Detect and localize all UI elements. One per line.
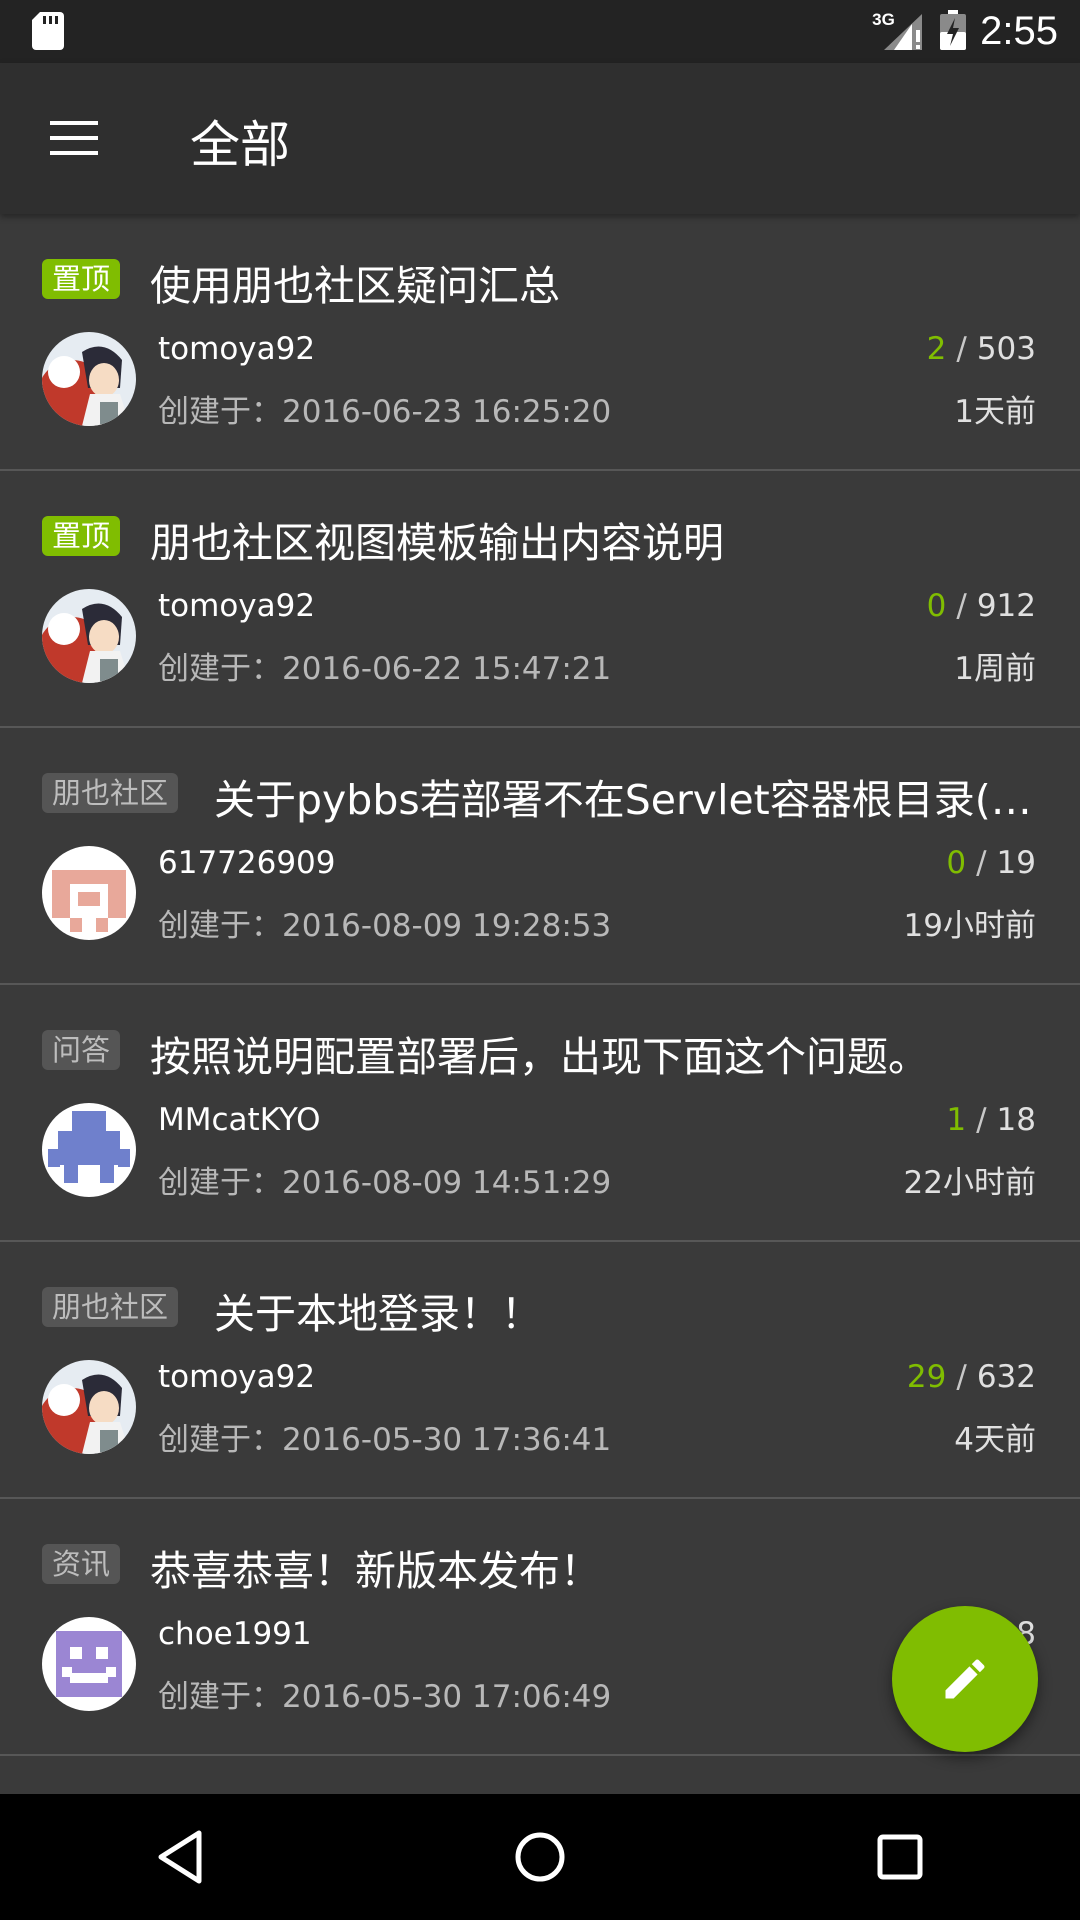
signal-icon: 3G bbox=[872, 10, 926, 52]
topic-item[interactable]: 置顶 朋也社区视图模板输出内容说明 tomoya92 创建于：2016-06-22 1… bbox=[0, 471, 1080, 728]
topic-tag: 朋也社区 bbox=[42, 1287, 179, 1327]
created-time: 创建于：2016-06-23 16:25:20 bbox=[158, 394, 612, 430]
topic-title[interactable]: 恭喜恭喜！新版本发布！ bbox=[150, 1537, 601, 1597]
avatar[interactable] bbox=[42, 332, 136, 426]
created-time: 创建于：2016-05-30 17:06:49 bbox=[158, 1679, 612, 1715]
view-count: 912 bbox=[976, 588, 1036, 624]
avatar[interactable] bbox=[42, 1360, 136, 1454]
author-name: MMcatKYO bbox=[158, 1102, 321, 1138]
topic-list[interactable]: 置顶 使用朋也社区疑问汇总 tomoya92 创建于：2016-06-23 16:25… bbox=[0, 214, 1080, 1756]
view-count: 19 bbox=[996, 845, 1036, 881]
created-time: 创建于：2016-08-09 14:51:29 bbox=[158, 1165, 612, 1201]
pencil-icon bbox=[945, 1659, 985, 1699]
relative-time: 1周前 bbox=[954, 651, 1036, 687]
count-separator: / bbox=[976, 1102, 987, 1138]
view-count: 18 bbox=[996, 1102, 1036, 1138]
topic-item[interactable]: 朋也社区 关于pybbs若部署不在Servlet容器根目录(… 617726909 创… bbox=[0, 728, 1080, 985]
navigation-bar bbox=[0, 1794, 1080, 1920]
count-separator: / bbox=[956, 588, 967, 624]
sd-card-icon bbox=[32, 12, 64, 50]
avatar[interactable] bbox=[42, 1617, 136, 1711]
reply-view-count: 2/503 bbox=[927, 331, 1036, 367]
relative-time: 19小时前 bbox=[903, 908, 1036, 944]
reply-view-count: 0/912 bbox=[927, 588, 1036, 624]
topic-item[interactable]: 置顶 使用朋也社区疑问汇总 tomoya92 创建于：2016-06-23 16:25… bbox=[0, 214, 1080, 471]
reply-view-count: 29/632 bbox=[907, 1359, 1036, 1395]
author-name: tomoya92 bbox=[158, 1359, 316, 1395]
app-bar: 全部 bbox=[0, 63, 1080, 214]
recents-icon[interactable] bbox=[840, 1807, 960, 1907]
reply-view-count: 0/19 bbox=[946, 845, 1036, 881]
status-bar: 3G 2:55 bbox=[0, 0, 1080, 63]
battery-icon bbox=[940, 9, 967, 54]
count-separator: / bbox=[956, 1359, 967, 1395]
relative-time: 1天前 bbox=[954, 394, 1036, 430]
topic-tag: 置顶 bbox=[42, 516, 121, 556]
topic-item[interactable]: 问答 按照说明配置部署后，出现下面这个问题。 MMcatKYO 创建于：2016-08… bbox=[0, 985, 1080, 1242]
topic-tag: 资讯 bbox=[42, 1544, 121, 1584]
count-separator: / bbox=[976, 845, 987, 881]
menu-icon[interactable] bbox=[34, 103, 114, 173]
topic-tag: 朋也社区 bbox=[42, 773, 179, 813]
view-count: 503 bbox=[976, 331, 1036, 367]
author-name: 617726909 bbox=[158, 845, 336, 881]
topic-title[interactable]: 朋也社区视图模板输出内容说明 bbox=[150, 509, 724, 569]
view-count: 632 bbox=[976, 1359, 1036, 1395]
count-separator: / bbox=[956, 331, 967, 367]
topic-item[interactable]: 朋也社区 关于本地登录！！ tomoya92 创建于：2016-05-30 17:36… bbox=[0, 1242, 1080, 1499]
home-icon[interactable] bbox=[480, 1807, 600, 1907]
created-time: 创建于：2016-05-30 17:36:41 bbox=[158, 1422, 612, 1458]
reply-count: 29 bbox=[906, 1359, 947, 1395]
topic-title[interactable]: 关于pybbs若部署不在Servlet容器根目录(… bbox=[214, 766, 1032, 826]
relative-time: 22小时前 bbox=[903, 1165, 1036, 1201]
reply-count: 2 bbox=[926, 331, 947, 367]
author-name: choe1991 bbox=[158, 1616, 312, 1652]
topic-tag: 问答 bbox=[42, 1030, 121, 1070]
new-topic-button[interactable] bbox=[892, 1606, 1038, 1752]
avatar[interactable] bbox=[42, 589, 136, 683]
author-name: tomoya92 bbox=[158, 331, 316, 367]
network-type-label: 3G bbox=[872, 9, 895, 29]
reply-count: 0 bbox=[926, 588, 947, 624]
relative-time: 4天前 bbox=[954, 1422, 1036, 1458]
reply-count: 1 bbox=[946, 1102, 967, 1138]
page-title: 全部 bbox=[190, 116, 290, 174]
reply-count: 0 bbox=[946, 845, 967, 881]
created-time: 创建于：2016-06-22 15:47:21 bbox=[158, 651, 612, 687]
created-time: 创建于：2016-08-09 19:28:53 bbox=[158, 908, 612, 944]
topic-title[interactable]: 使用朋也社区疑问汇总 bbox=[150, 252, 560, 312]
topic-title[interactable]: 按照说明配置部署后，出现下面这个问题。 bbox=[150, 1023, 929, 1083]
clock: 2:55 bbox=[980, 9, 1058, 53]
avatar[interactable] bbox=[42, 1103, 136, 1197]
author-name: tomoya92 bbox=[158, 588, 316, 624]
back-icon[interactable] bbox=[120, 1807, 240, 1907]
reply-view-count: 1/18 bbox=[946, 1102, 1036, 1138]
topic-title[interactable]: 关于本地登录！！ bbox=[214, 1280, 542, 1340]
avatar[interactable] bbox=[42, 846, 136, 940]
topic-tag: 置顶 bbox=[42, 259, 121, 299]
